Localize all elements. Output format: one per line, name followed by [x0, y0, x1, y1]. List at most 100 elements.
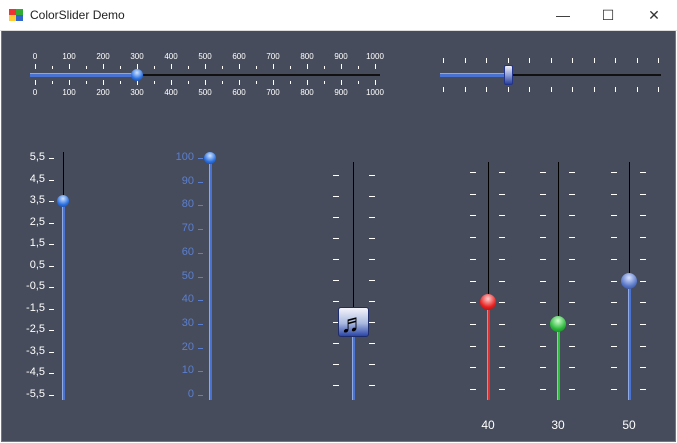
maximize-button[interactable]: ☐ [585, 0, 631, 31]
tick [49, 351, 54, 353]
tick-label-top: 500 [198, 52, 212, 61]
tick [611, 323, 617, 325]
blue-value-label: 50 [622, 418, 636, 432]
tick [499, 258, 505, 260]
tick-label: 100 [175, 151, 194, 163]
tick [341, 80, 342, 85]
tick [333, 343, 339, 344]
tick-label: 60 [181, 245, 194, 258]
tick [572, 58, 573, 63]
tick [550, 87, 552, 92]
tick [640, 367, 646, 369]
tick [611, 345, 617, 347]
tick-label-top: 100 [62, 52, 76, 61]
tick [529, 58, 530, 63]
tick [358, 66, 359, 69]
tick [569, 345, 575, 347]
tick [35, 80, 36, 85]
tick [611, 193, 617, 195]
tick [49, 287, 54, 289]
tick [636, 87, 638, 92]
tick [256, 66, 257, 69]
tick [171, 80, 172, 85]
tick [550, 58, 552, 63]
tick [470, 367, 476, 369]
tick [369, 385, 375, 386]
tick [464, 58, 466, 63]
tick [470, 172, 476, 173]
tick [205, 64, 206, 69]
tick [569, 280, 575, 282]
tick-label: 2,5 [29, 215, 45, 228]
window-title: ColorSlider Demo [30, 8, 125, 22]
tick [369, 322, 375, 323]
tick [198, 323, 203, 325]
tick-label: 1,5 [29, 237, 45, 250]
tick [49, 222, 54, 224]
tick [198, 229, 203, 231]
slider-thumb[interactable] [503, 65, 513, 85]
blue-slider-thumb[interactable] [621, 272, 637, 289]
tick [569, 172, 575, 173]
tick [333, 217, 339, 218]
red-value-label: 40 [481, 418, 495, 432]
music-note-icon[interactable]: ♬ [338, 307, 369, 338]
tick [499, 193, 505, 195]
slider-thumb[interactable] [131, 69, 143, 81]
tick [470, 323, 476, 325]
tick [640, 215, 646, 217]
tick [120, 66, 121, 69]
tick [658, 58, 659, 63]
tick [540, 389, 546, 390]
tick [273, 80, 274, 85]
tick [611, 280, 617, 282]
tick [540, 323, 546, 325]
tick-label-bottom: 500 [198, 88, 212, 97]
tick [499, 323, 505, 325]
tick-label-top: 800 [300, 52, 314, 61]
tick [369, 238, 375, 239]
tick [611, 172, 617, 173]
title-bar: ColorSlider Demo — ☐ ✕ [0, 0, 677, 31]
tick-label: -0,5 [26, 280, 45, 293]
tick [540, 345, 546, 347]
tick [611, 389, 617, 390]
close-button[interactable]: ✕ [631, 0, 677, 31]
tick [569, 193, 575, 195]
tick [499, 172, 505, 173]
tick [529, 87, 530, 92]
tick [486, 58, 487, 63]
tick [486, 87, 487, 92]
tick [375, 64, 376, 69]
tick [611, 237, 617, 239]
tick [324, 81, 325, 84]
tick [222, 66, 223, 69]
tick [369, 364, 375, 365]
tick [375, 80, 376, 85]
tick [640, 258, 646, 260]
tick [333, 175, 339, 176]
tick [499, 215, 505, 217]
tick-label-bottom: 700 [266, 88, 280, 97]
tick [49, 158, 54, 159]
tick [611, 258, 617, 260]
tick [49, 179, 54, 181]
decimal-slider-thumb[interactable] [57, 195, 69, 208]
tick [640, 323, 646, 325]
green-slider-thumb[interactable] [550, 315, 566, 332]
tick-label: 4,5 [29, 172, 45, 185]
tick [658, 87, 659, 92]
tick-label: 80 [181, 198, 194, 211]
tick [640, 280, 646, 282]
tick [369, 196, 375, 197]
tick [569, 367, 575, 369]
red-slider-thumb[interactable] [480, 294, 496, 311]
tick [640, 389, 646, 390]
tick [239, 80, 240, 85]
tick [333, 301, 339, 302]
tick [222, 81, 223, 84]
percent-slider-thumb[interactable] [204, 152, 216, 164]
tick [470, 237, 476, 239]
tick [49, 373, 54, 375]
minimize-button[interactable]: — [540, 0, 586, 31]
